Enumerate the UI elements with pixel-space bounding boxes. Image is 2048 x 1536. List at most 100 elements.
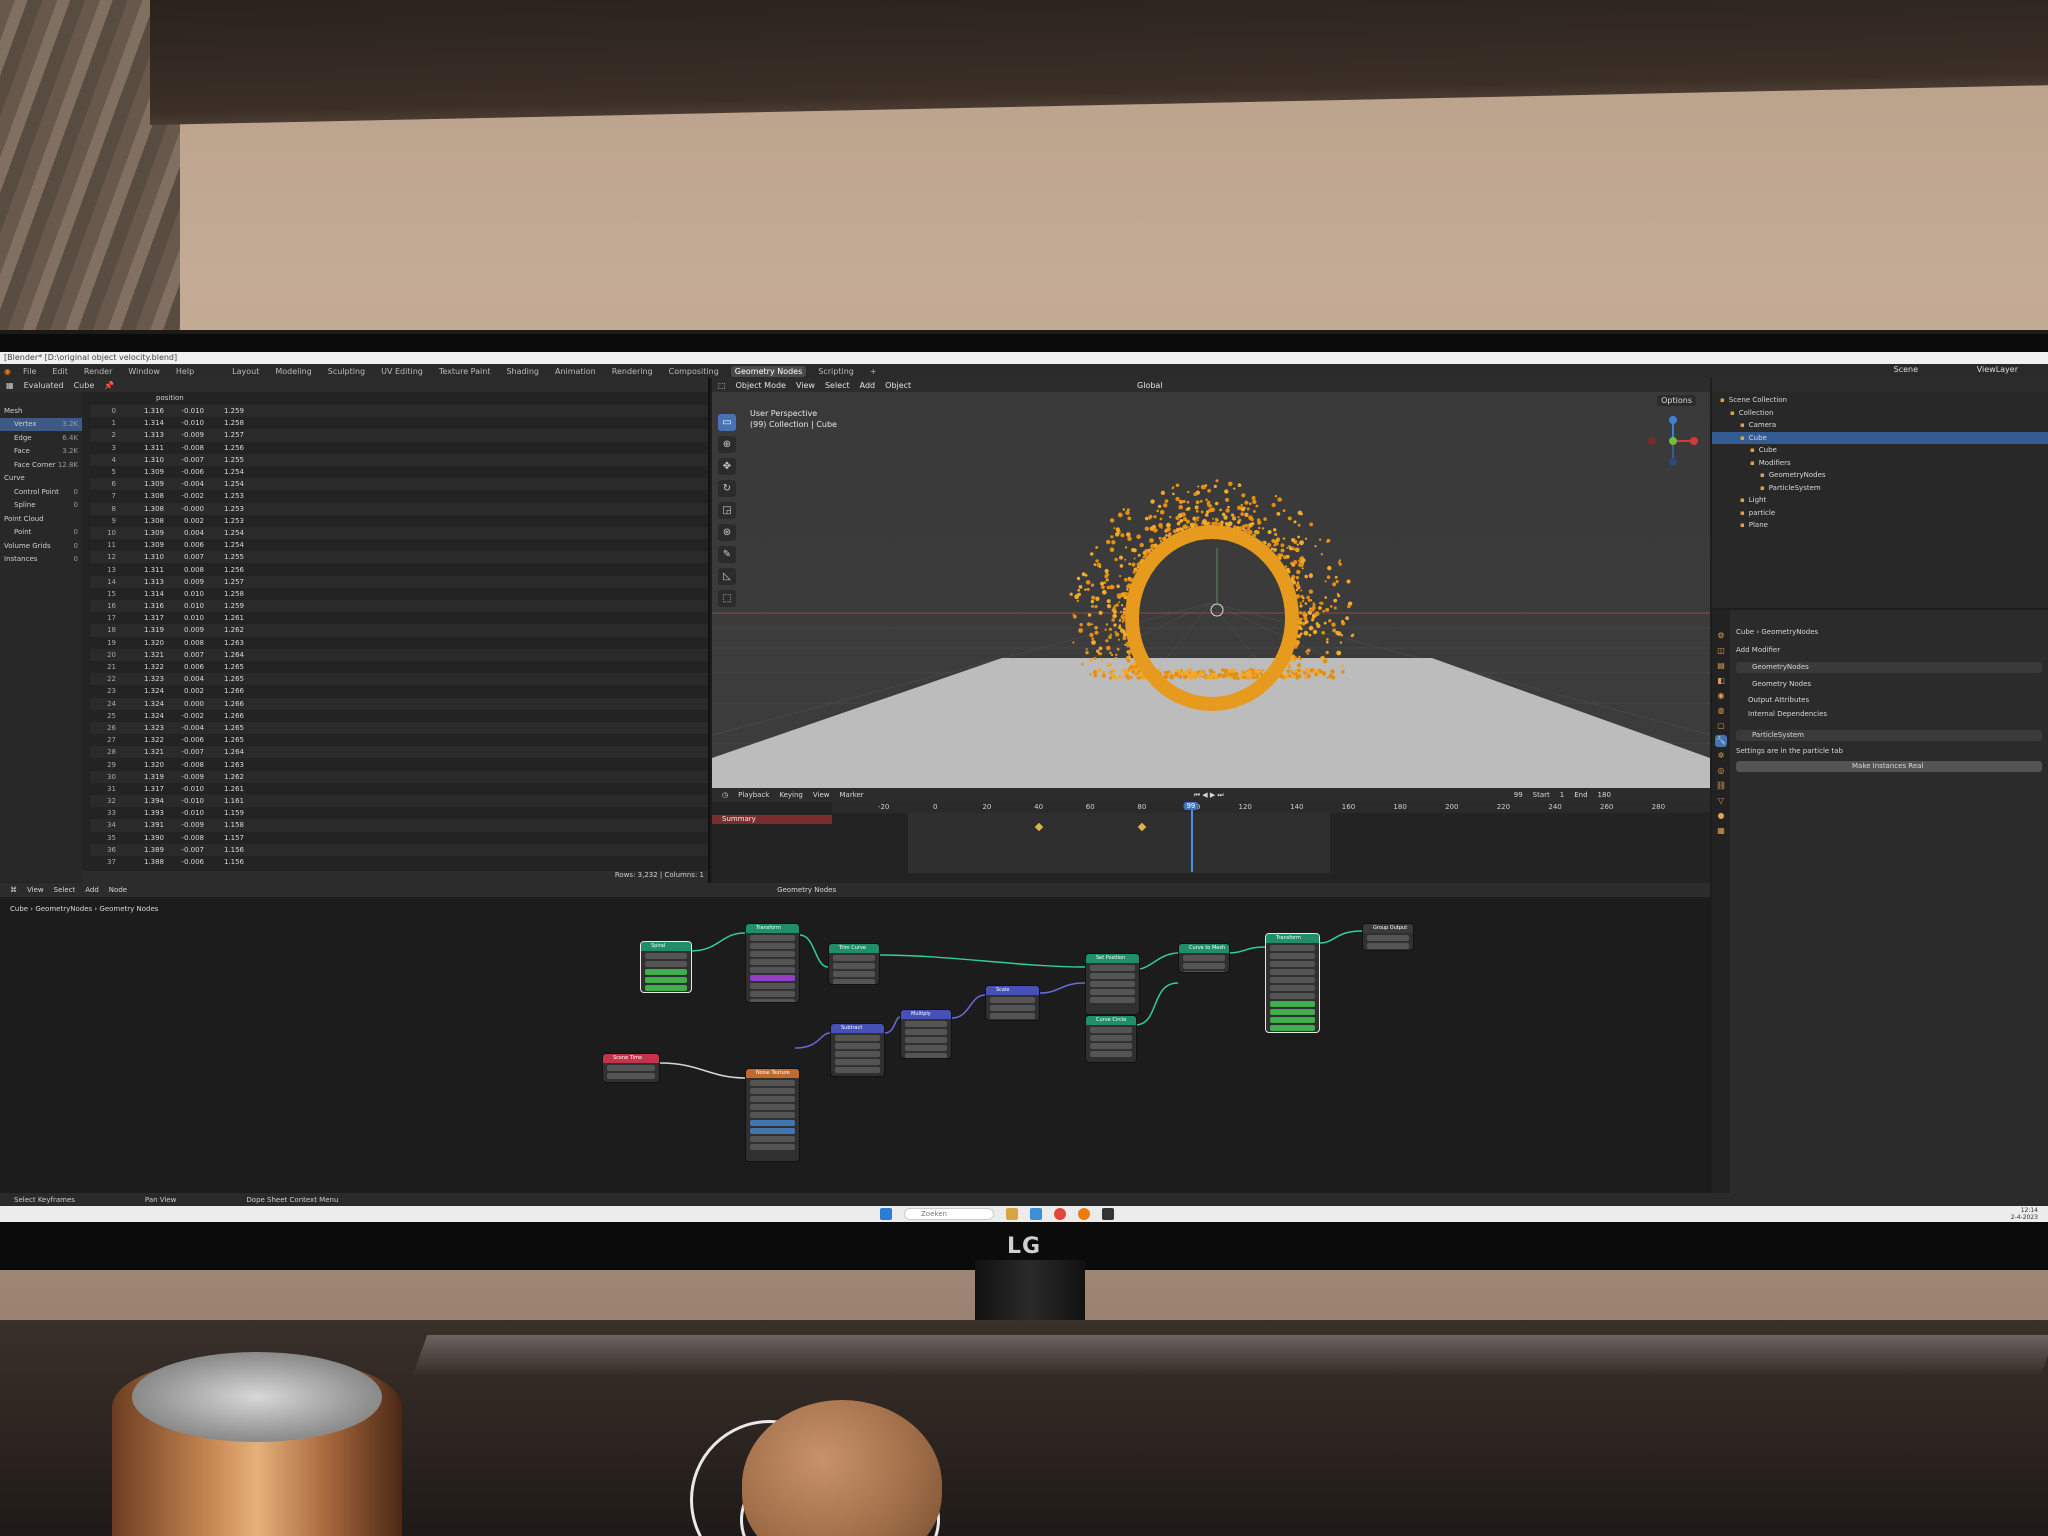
modifier-tab-icon[interactable]: 🔧 <box>1715 735 1727 747</box>
move-icon[interactable]: ✥ <box>718 458 736 475</box>
node-socket-field[interactable] <box>750 1120 795 1126</box>
node-socket-field[interactable] <box>1090 981 1135 987</box>
domain-curve[interactable]: Curve <box>0 472 82 486</box>
node-socket-field[interactable] <box>833 955 875 961</box>
node-socket-field[interactable] <box>905 1053 947 1058</box>
internal-dependencies-panel[interactable]: Internal Dependencies <box>1748 710 1827 718</box>
tab-rendering[interactable]: Rendering <box>608 366 657 377</box>
tab-layout[interactable]: Layout <box>228 366 263 377</box>
tab-uv-editing[interactable]: UV Editing <box>377 366 427 377</box>
node-socket-field[interactable] <box>645 977 687 983</box>
view-layer-tab-icon[interactable]: ◧ <box>1715 675 1727 687</box>
playhead-frame-badge[interactable]: 99 <box>1183 802 1199 810</box>
node-socket-field[interactable] <box>750 1096 795 1102</box>
node-socket-field[interactable] <box>750 1144 795 1150</box>
node-socket-field[interactable] <box>905 1029 947 1035</box>
outliner-item[interactable]: ▪ Camera <box>1712 419 2048 432</box>
material-tab-icon[interactable]: ● <box>1715 810 1727 822</box>
tab-sculpting[interactable]: Sculpting <box>324 366 369 377</box>
system-clock[interactable]: 12:14 2-4-2023 <box>2011 1207 2038 1221</box>
summary-channel[interactable]: Summary <box>712 815 832 824</box>
node[interactable]: Set Position <box>1085 953 1140 1015</box>
outliner-item[interactable]: ▪ Collection <box>1712 407 2048 420</box>
particle-modifier-name[interactable]: ParticleSystem <box>1752 731 1804 739</box>
tab-animation[interactable]: Animation <box>551 366 600 377</box>
node-socket-field[interactable] <box>1090 1043 1132 1049</box>
node-socket-field[interactable] <box>1270 1017 1315 1023</box>
outliner-item[interactable]: ▪ ParticleSystem <box>1712 482 2048 495</box>
menu-object[interactable]: Object <box>885 381 911 390</box>
node[interactable]: Multiply <box>900 1009 952 1059</box>
tab-shading[interactable]: Shading <box>502 366 543 377</box>
outliner-item[interactable]: ▪ Plane <box>1712 519 2048 532</box>
node-socket-field[interactable] <box>1367 943 1409 949</box>
outliner-item[interactable]: ▪ Cube <box>1712 444 2048 457</box>
evaluation-mode-dropdown[interactable]: Evaluated <box>24 381 64 390</box>
cursor-icon[interactable]: ⊕ <box>718 436 736 453</box>
node-socket-field[interactable] <box>833 979 875 984</box>
domain-control-point[interactable]: Control Point 0 <box>0 485 82 499</box>
node[interactable]: Transform <box>1265 933 1320 1033</box>
texture-tab-icon[interactable]: ▦ <box>1715 825 1727 837</box>
options-dropdown[interactable]: Options <box>1657 395 1696 406</box>
node-socket-field[interactable] <box>1183 971 1225 972</box>
node-socket-field[interactable] <box>1270 969 1315 975</box>
transform-icon[interactable]: ⊛ <box>718 524 736 541</box>
node[interactable]: Spiral <box>640 941 692 993</box>
blender-logo-icon[interactable]: ◉ <box>4 367 11 376</box>
tab-texture-paint[interactable]: Texture Paint <box>435 366 495 377</box>
node-socket-field[interactable] <box>607 1065 655 1071</box>
domain-point[interactable]: Point 0 <box>0 526 82 540</box>
node-socket-field[interactable] <box>905 1037 947 1043</box>
node-socket-field[interactable] <box>750 991 795 997</box>
node[interactable]: Curve Circle <box>1085 1015 1137 1063</box>
end-frame-field[interactable]: 180 <box>1598 791 1611 799</box>
blender-taskbar-icon[interactable] <box>1078 1208 1090 1220</box>
mode-dropdown[interactable]: Object Mode <box>736 381 786 390</box>
tab-modeling[interactable]: Modeling <box>271 366 315 377</box>
node-socket-field[interactable] <box>990 1013 1035 1019</box>
physics-tab-icon[interactable]: ◎ <box>1715 765 1727 777</box>
node-socket-field[interactable] <box>1090 997 1135 1003</box>
object-tab-icon[interactable]: ▢ <box>1715 720 1727 732</box>
node-socket-field[interactable] <box>1270 945 1315 951</box>
particles-tab-icon[interactable]: ✲ <box>1715 750 1727 762</box>
view-layer-selector[interactable]: ViewLayer <box>1977 365 2018 374</box>
node-socket-field[interactable] <box>750 999 795 1002</box>
output-tab-icon[interactable]: ▤ <box>1715 660 1727 672</box>
node-socket-field[interactable] <box>750 959 795 965</box>
outliner-item[interactable]: ▪ Scene Collection <box>1712 394 2048 407</box>
node-socket-field[interactable] <box>990 997 1035 1003</box>
output-attributes-panel[interactable]: Output Attributes <box>1748 696 1809 704</box>
menu-playback[interactable]: Playback <box>738 791 769 799</box>
node-socket-field[interactable] <box>833 971 875 977</box>
node-socket-field[interactable] <box>645 953 687 959</box>
node-socket-field[interactable] <box>1270 1001 1315 1007</box>
chrome-icon[interactable] <box>1054 1208 1066 1220</box>
node-socket-field[interactable] <box>1270 1009 1315 1015</box>
current-frame-field[interactable]: 99 <box>1514 791 1523 799</box>
node[interactable]: Scene Time <box>602 1053 660 1083</box>
menu-view[interactable]: View <box>813 791 830 799</box>
node-socket-field[interactable] <box>1090 1035 1132 1041</box>
node-socket-field[interactable] <box>1270 985 1315 991</box>
transform-orientation-dropdown[interactable]: Global <box>1137 381 1163 390</box>
3d-viewport[interactable]: ⬚ Object Mode View Select Add Object Glo… <box>712 378 1710 788</box>
menu-window[interactable]: Window <box>124 366 164 377</box>
domain-mesh[interactable]: Mesh <box>0 404 82 418</box>
node[interactable]: Transform <box>745 923 800 1003</box>
domain-face-corner[interactable]: Face Corner 12.8K <box>0 458 82 472</box>
frame-ruler[interactable]: -200204060801001201401601802002202402602… <box>832 802 1710 813</box>
scene-selector[interactable]: Scene <box>1894 365 1918 374</box>
menu-add[interactable]: Add <box>860 381 876 390</box>
node-socket-field[interactable] <box>1270 993 1315 999</box>
add-workspace-icon[interactable]: + <box>866 366 881 377</box>
domain-edge[interactable]: Edge 6.4K <box>0 431 82 445</box>
terminal-icon[interactable] <box>1102 1208 1114 1220</box>
data-tab-icon[interactable]: ▽ <box>1715 795 1727 807</box>
node-socket-field[interactable] <box>1183 955 1225 961</box>
outliner-item[interactable]: ▪ particle <box>1712 507 2048 520</box>
tool-tab-icon[interactable]: ⚙ <box>1715 630 1727 642</box>
select-box-icon[interactable]: ▭ <box>718 414 736 431</box>
node-socket-field[interactable] <box>750 935 795 941</box>
